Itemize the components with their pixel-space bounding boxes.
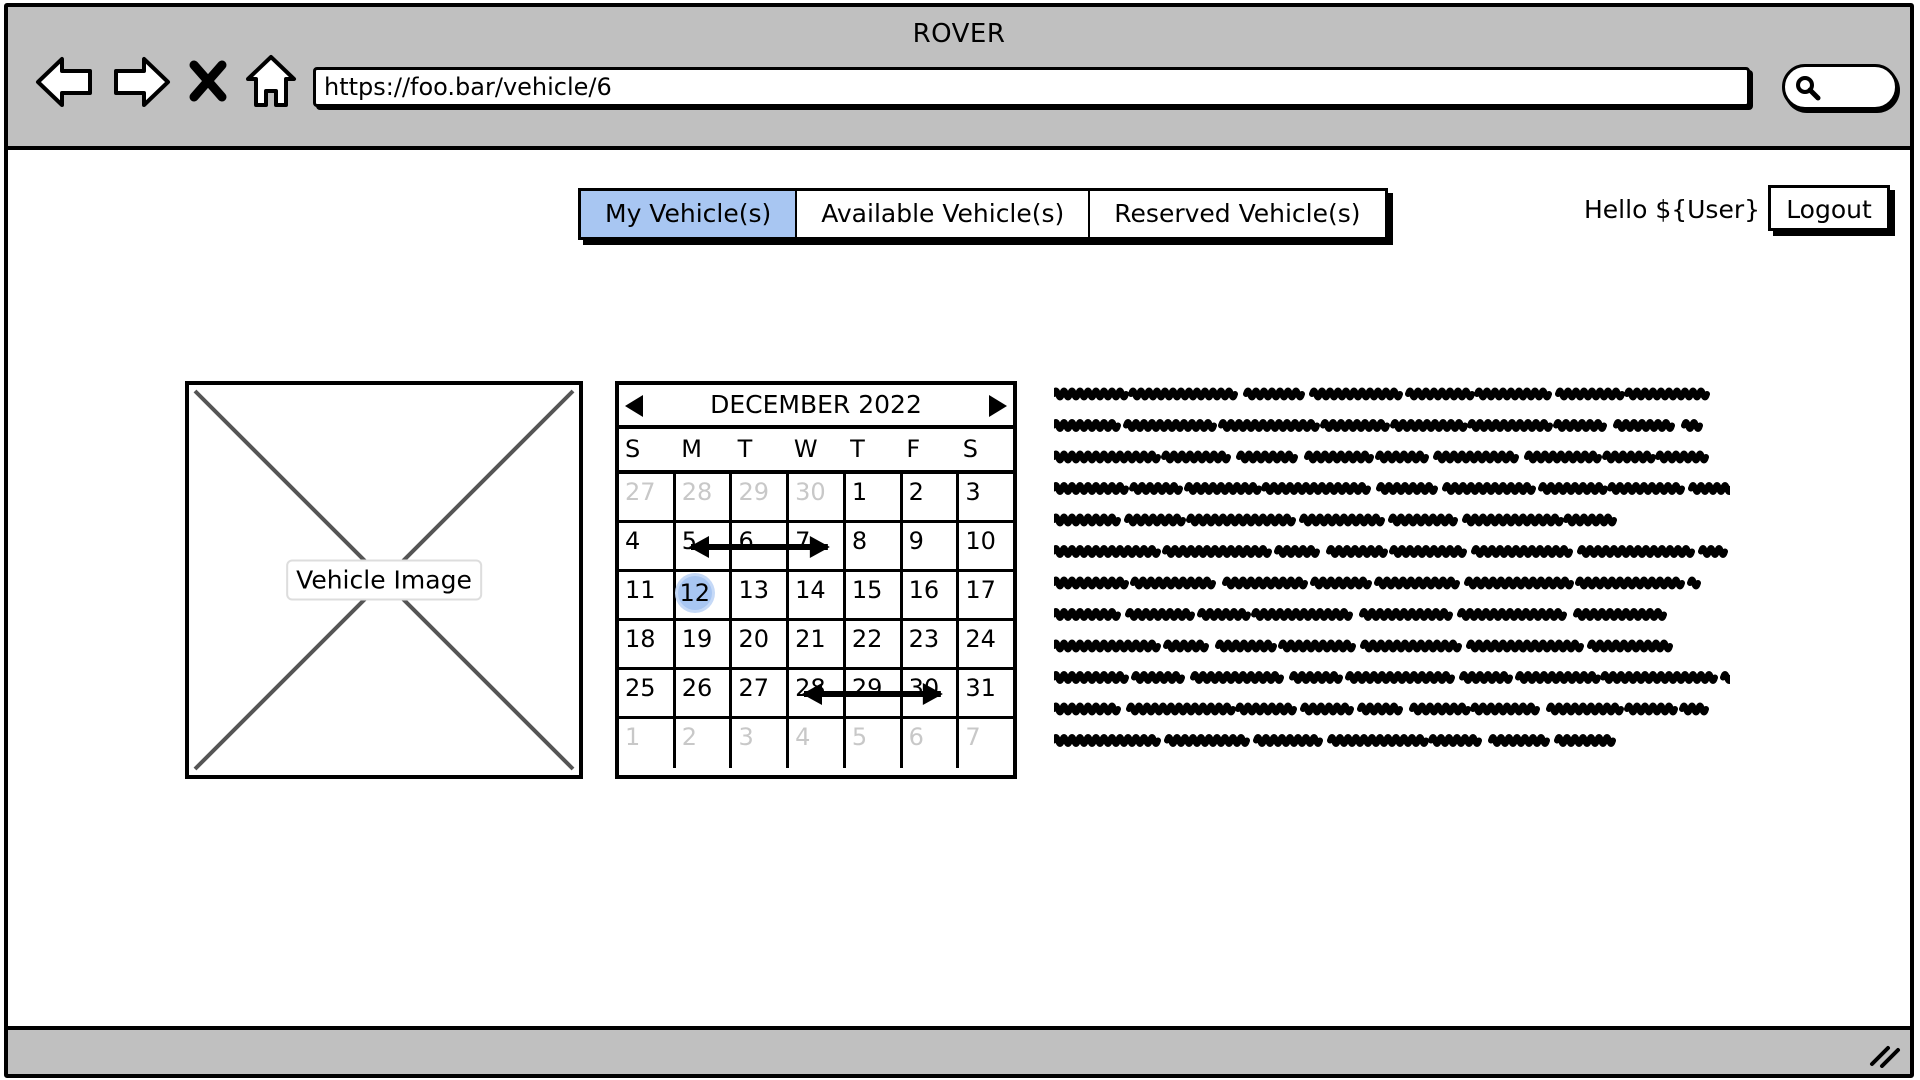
calendar-day[interactable]: 20 bbox=[732, 621, 790, 667]
calendar-week-row: 4 5 6 7 8 9 10 bbox=[619, 523, 1013, 572]
calendar-day[interactable]: 11 bbox=[619, 572, 676, 618]
weekday-label: T bbox=[850, 435, 865, 463]
scribble-line bbox=[1051, 419, 1703, 432]
calendar-day[interactable]: 6 bbox=[903, 719, 960, 768]
calendar-day[interactable]: 3 bbox=[732, 719, 790, 768]
calendar-day[interactable]: 9 bbox=[903, 523, 960, 569]
calendar-day[interactable]: 28 bbox=[676, 474, 733, 520]
scribble-line bbox=[1051, 639, 1673, 653]
calendar-day[interactable]: 29 bbox=[846, 670, 903, 716]
calendar-day[interactable]: 5 bbox=[676, 523, 733, 569]
calendar-day[interactable]: 4 bbox=[619, 523, 676, 569]
calendar-day[interactable]: 8 bbox=[846, 523, 903, 569]
scribble-line bbox=[1051, 671, 1734, 684]
scribble-line bbox=[1051, 450, 1709, 464]
search-icon bbox=[1796, 76, 1821, 101]
calendar-day[interactable]: 1 bbox=[846, 474, 903, 520]
weekday-label: T bbox=[737, 435, 753, 463]
calendar-day[interactable]: 27 bbox=[732, 670, 790, 716]
resize-grip-icon[interactable] bbox=[1868, 1038, 1902, 1068]
scribble-line bbox=[1051, 482, 1734, 495]
window-title: ROVER bbox=[912, 19, 1006, 49]
next-month-icon[interactable] bbox=[989, 395, 1007, 417]
calendar-day[interactable]: 31 bbox=[959, 670, 1013, 716]
calendar-day[interactable]: 14 bbox=[789, 572, 846, 618]
user-greeting: Hello ${User} bbox=[1584, 195, 1761, 224]
calendar-day[interactable]: 26 bbox=[676, 670, 733, 716]
weekday-label: M bbox=[681, 435, 702, 463]
reservation-calendar: DECEMBER 2022 SMTWTFS 27 28 29 30 1 2 3 4 5 6 7 8 9 1… bbox=[615, 381, 1017, 779]
calendar-day[interactable]: 6 bbox=[732, 523, 790, 569]
calendar-day[interactable]: 21 bbox=[789, 621, 846, 667]
calendar-day[interactable]: 10 bbox=[959, 523, 1013, 569]
calendar-grid: SMTWTFS 27 28 29 30 1 2 3 4 5 6 7 8 9 10 11 12 13 14 15 16 1… bbox=[619, 429, 1013, 768]
weekday-label: W bbox=[793, 435, 818, 463]
calendar-week-row: 25 26 27 28 29 30 31 bbox=[619, 670, 1013, 719]
scribbled-text-block bbox=[1051, 387, 1734, 747]
calendar-header: DECEMBER 2022 bbox=[619, 385, 1013, 429]
tab-reserved-vehicles[interactable]: Reserved Vehicle(s) bbox=[1090, 191, 1384, 237]
weekday-label: S bbox=[962, 435, 978, 463]
vehicle-image-label: Vehicle Image bbox=[286, 559, 482, 601]
calendar-day[interactable]: 7 bbox=[789, 523, 846, 569]
scribble-line bbox=[1051, 513, 1617, 527]
vehicle-tab-bar: My Vehicle(s) Available Vehicle(s) Reser… bbox=[578, 188, 1388, 240]
calendar-week-row: 18 19 20 21 22 23 24 bbox=[619, 621, 1013, 670]
calendar-day[interactable]: 2 bbox=[903, 474, 960, 520]
home-icon[interactable] bbox=[240, 51, 302, 113]
vehicle-description-placeholder bbox=[1051, 382, 1734, 776]
weekday-label: S bbox=[625, 435, 641, 463]
vehicle-image-placeholder: Vehicle Image bbox=[185, 381, 583, 779]
browser-search-field[interactable] bbox=[1782, 64, 1898, 110]
calendar-week-row: 27 28 29 30 1 2 3 bbox=[619, 474, 1013, 523]
stop-icon[interactable] bbox=[184, 51, 232, 113]
calendar-day[interactable]: 17 bbox=[959, 572, 1013, 618]
calendar-day[interactable]: 15 bbox=[846, 572, 903, 618]
back-arrow-icon[interactable] bbox=[34, 51, 96, 113]
scribble-line bbox=[1051, 576, 1701, 590]
calendar-day[interactable]: 13 bbox=[732, 572, 790, 618]
forward-arrow-icon[interactable] bbox=[110, 51, 172, 113]
page-content: My Vehicle(s) Available Vehicle(s) Reser… bbox=[8, 150, 1910, 1030]
calendar-day[interactable]: 7 bbox=[959, 719, 1013, 768]
calendar-day[interactable]: 5 bbox=[846, 719, 903, 768]
calendar-day[interactable]: 24 bbox=[959, 621, 1013, 667]
calendar-week-row: 11 12 13 14 15 16 17 bbox=[619, 572, 1013, 621]
calendar-day[interactable]: 1 bbox=[619, 719, 676, 768]
calendar-day[interactable]: 30 bbox=[789, 474, 846, 520]
scribble-line bbox=[1051, 608, 1667, 621]
calendar-day[interactable]: 19 bbox=[676, 621, 733, 667]
browser-statusbar bbox=[8, 1026, 1910, 1074]
calendar-day-today[interactable]: 12 bbox=[676, 572, 733, 618]
url-input[interactable]: https://foo.bar/vehicle/6 bbox=[313, 67, 1750, 107]
calendar-day[interactable]: 30 bbox=[903, 670, 960, 716]
tab-available-vehicles[interactable]: Available Vehicle(s) bbox=[797, 191, 1091, 237]
calendar-month-label: DECEMBER 2022 bbox=[710, 390, 922, 419]
browser-window: ROVER https://foo.bar/vehicle/6 My Vehic… bbox=[4, 3, 1914, 1078]
calendar-day[interactable]: 2 bbox=[676, 719, 733, 768]
calendar-day[interactable]: 4 bbox=[789, 719, 846, 768]
calendar-day[interactable]: 29 bbox=[732, 474, 790, 520]
scribble-line bbox=[1051, 387, 1710, 401]
scribble-line bbox=[1051, 734, 1616, 747]
browser-titlebar: ROVER https://foo.bar/vehicle/6 bbox=[8, 7, 1910, 150]
calendar-day[interactable]: 22 bbox=[846, 621, 903, 667]
logout-button[interactable]: Logout bbox=[1768, 185, 1890, 231]
calendar-day[interactable]: 25 bbox=[619, 670, 676, 716]
tab-my-vehicles[interactable]: My Vehicle(s) bbox=[581, 191, 798, 237]
scribble-line bbox=[1051, 545, 1728, 558]
calendar-weeks: 27 28 29 30 1 2 3 4 5 6 7 8 9 10 11 12 13 14 15 16 17 18 19 20 2… bbox=[619, 474, 1013, 768]
weekday-label: F bbox=[906, 435, 921, 463]
calendar-day[interactable]: 18 bbox=[619, 621, 676, 667]
weekday-header-row: SMTWTFS bbox=[619, 429, 1013, 474]
calendar-day[interactable]: 28 bbox=[789, 670, 846, 716]
previous-month-icon[interactable] bbox=[625, 395, 643, 417]
scribble-line bbox=[1051, 702, 1709, 716]
calendar-day[interactable]: 23 bbox=[903, 621, 960, 667]
calendar-day[interactable]: 3 bbox=[959, 474, 1013, 520]
calendar-week-row: 1234567 bbox=[619, 719, 1013, 768]
calendar-day[interactable]: 27 bbox=[619, 474, 676, 520]
calendar-day[interactable]: 16 bbox=[903, 572, 960, 618]
